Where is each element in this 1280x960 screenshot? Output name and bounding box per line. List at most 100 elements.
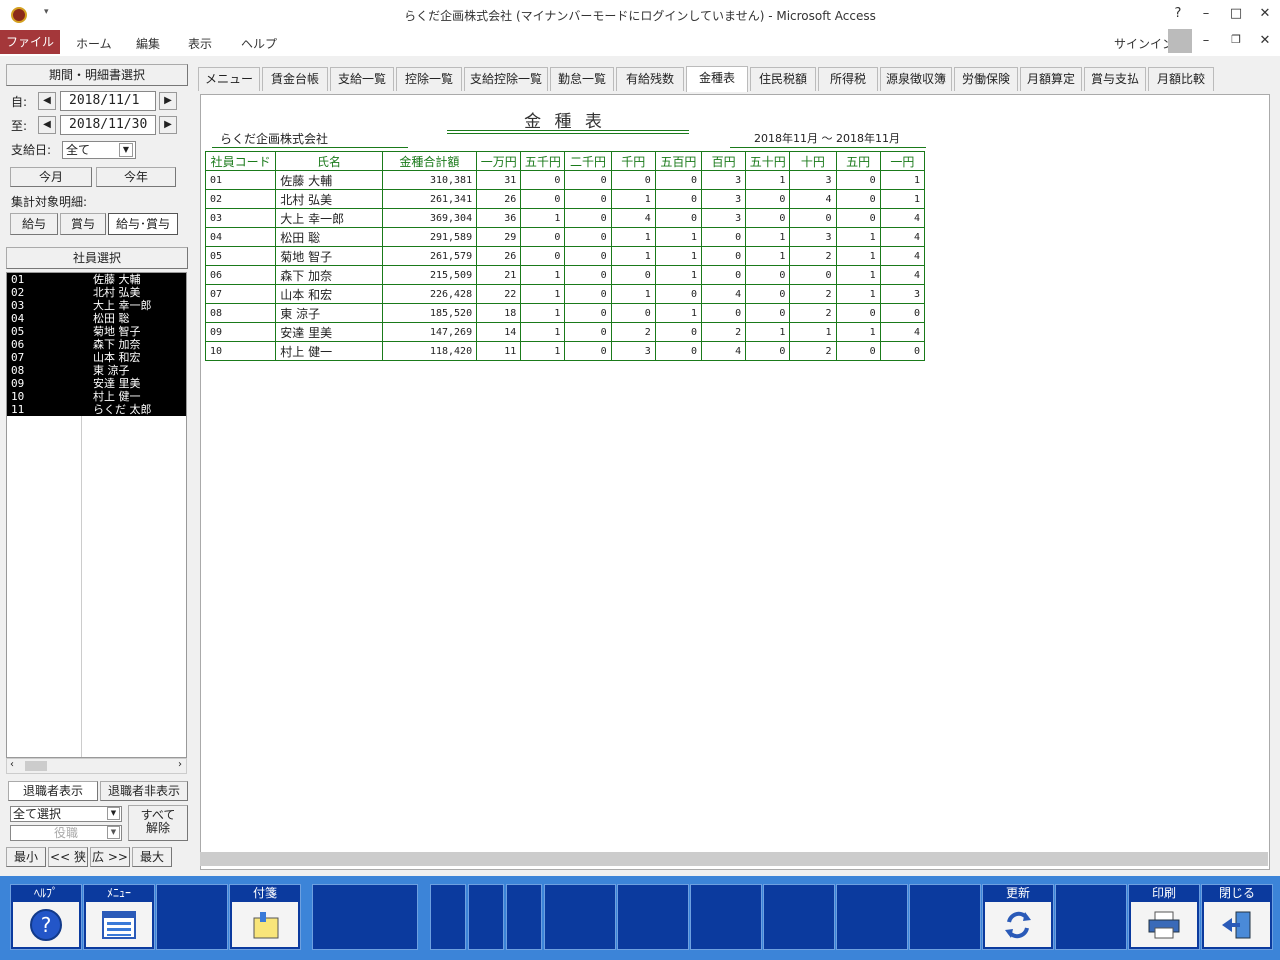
tab-monthly-compare[interactable]: 月額比較 bbox=[1148, 67, 1214, 91]
employee-name-cell: 大上 幸一郎 bbox=[275, 208, 383, 228]
close-window-button[interactable]: ✕ bbox=[1255, 6, 1275, 24]
employee-list-item[interactable]: 07 山本 和宏 bbox=[7, 351, 186, 364]
amount-cell: 0 bbox=[654, 170, 703, 190]
empty-function-slot[interactable] bbox=[763, 884, 835, 950]
zoom-max-button[interactable]: 最大 bbox=[132, 847, 172, 867]
from-prev-button[interactable]: ◀ bbox=[38, 92, 56, 110]
position-value: 役職 bbox=[53, 826, 78, 840]
empty-function-slot[interactable] bbox=[909, 884, 981, 950]
employee-list-item[interactable]: 08 東 涼子 bbox=[7, 364, 186, 377]
empty-function-slot[interactable] bbox=[617, 884, 689, 950]
employee-list-item[interactable]: 05 菊地 智子 bbox=[7, 325, 186, 338]
empty-function-slot[interactable] bbox=[468, 884, 504, 950]
refresh-button[interactable]: 更新 bbox=[982, 884, 1054, 950]
tab-withholding[interactable]: 源泉徴収簿 bbox=[880, 67, 952, 91]
empty-function-slot[interactable] bbox=[1055, 884, 1127, 950]
position-dropdown[interactable]: 役職 ▼ bbox=[10, 825, 122, 841]
tab-menu[interactable]: メニュー bbox=[198, 67, 260, 91]
amount-cell: 14 bbox=[476, 322, 522, 342]
empty-function-slot[interactable] bbox=[312, 884, 418, 950]
home-tab[interactable]: ホーム bbox=[76, 35, 112, 52]
maximize-button[interactable]: □ bbox=[1226, 6, 1246, 24]
scroll-right-icon[interactable]: › bbox=[178, 759, 182, 770]
show-retired-button[interactable]: 退職者表示 bbox=[8, 781, 98, 801]
clear-all-button[interactable]: すべて 解除 bbox=[128, 805, 188, 841]
menu-button[interactable]: ﾒﾆｭｰ bbox=[83, 884, 155, 950]
tab-monthly-calc[interactable]: 月額算定 bbox=[1020, 67, 1082, 91]
empty-function-slot[interactable] bbox=[544, 884, 616, 950]
avatar[interactable] bbox=[1168, 29, 1192, 53]
tab-pay-deduct-list[interactable]: 支給控除一覧 bbox=[464, 67, 548, 91]
salary-bonus-button[interactable]: 給与･賞与 bbox=[108, 213, 178, 235]
amount-cell: 0 bbox=[520, 189, 566, 209]
hide-retired-button[interactable]: 退職者非表示 bbox=[100, 781, 188, 801]
to-date-field[interactable]: 2018/11/30 bbox=[60, 115, 156, 135]
tab-income-tax[interactable]: 所得税 bbox=[818, 67, 878, 91]
from-next-button[interactable]: ▶ bbox=[159, 92, 177, 110]
help-button[interactable]: ﾍﾙﾌﾟ ? bbox=[10, 884, 82, 950]
tab-labor-insurance[interactable]: 労働保険 bbox=[954, 67, 1018, 91]
from-date-field[interactable]: 2018/11/1 bbox=[60, 91, 156, 111]
employee-select-header[interactable]: 社員選択 bbox=[6, 247, 188, 269]
edit-tab[interactable]: 編集 bbox=[136, 35, 160, 52]
employee-list-item[interactable]: 01 佐藤 大輔 bbox=[7, 273, 186, 286]
sticky-note-button[interactable]: 付箋 bbox=[229, 884, 301, 950]
employee-list-item[interactable]: 02 北村 弘美 bbox=[7, 286, 186, 299]
amount-cell: 1 bbox=[835, 246, 881, 266]
close-button[interactable]: 閉じる bbox=[1201, 884, 1273, 950]
select-all-dropdown[interactable]: 全て選択 ▼ bbox=[10, 806, 122, 822]
signin-link[interactable]: サインイン bbox=[1114, 35, 1174, 52]
tab-bonus-payment[interactable]: 賞与支払 bbox=[1084, 67, 1146, 91]
empty-function-slot[interactable] bbox=[430, 884, 466, 950]
employee-list-item[interactable]: 11 らくだ 太郎 bbox=[7, 403, 186, 416]
this-year-button[interactable]: 今年 bbox=[96, 167, 176, 187]
zoom-narrow-button[interactable]: << 狭 bbox=[48, 847, 88, 867]
empty-function-slot[interactable] bbox=[156, 884, 228, 950]
amount-cell: 2 bbox=[789, 246, 837, 266]
employee-list-item[interactable]: 09 安達 里美 bbox=[7, 377, 186, 390]
column-header: 五千円 bbox=[520, 151, 566, 171]
zoom-wide-button[interactable]: 広 >> bbox=[90, 847, 130, 867]
view-tab[interactable]: 表示 bbox=[188, 35, 212, 52]
horizontal-scrollbar[interactable]: ‹ › bbox=[6, 758, 187, 774]
close-doc-icon[interactable]: ✕ bbox=[1255, 33, 1275, 51]
scroll-thumb[interactable] bbox=[25, 761, 47, 771]
ribbon-minimize-icon[interactable]: – bbox=[1196, 33, 1216, 51]
employee-list-item[interactable]: 04 松田 聡 bbox=[7, 312, 186, 325]
tab-paid-leave[interactable]: 有給残数 bbox=[616, 67, 684, 91]
employee-list-item[interactable]: 03 大上 幸一郎 bbox=[7, 299, 186, 312]
tab-wage-ledger[interactable]: 賃金台帳 bbox=[262, 67, 328, 91]
to-prev-button[interactable]: ◀ bbox=[38, 116, 56, 134]
amount-cell: 226,428 bbox=[381, 284, 478, 304]
report-scrollbar[interactable] bbox=[200, 852, 1268, 866]
tab-attendance[interactable]: 勤怠一覧 bbox=[550, 67, 614, 91]
employee-list-item[interactable]: 06 森下 加奈 bbox=[7, 338, 186, 351]
tab-deduction-list[interactable]: 控除一覧 bbox=[396, 67, 462, 91]
this-month-button[interactable]: 今月 bbox=[10, 167, 92, 187]
sticky-note-icon bbox=[232, 902, 298, 947]
employee-list[interactable]: 01 佐藤 大輔 02 北村 弘美 03 大上 幸一郎 04 松田 聡 05 菊地 智子 06 森下 … bbox=[6, 272, 187, 758]
payday-select[interactable]: 全て ▼ bbox=[62, 141, 136, 159]
amount-cell: 0 bbox=[835, 170, 881, 190]
empty-function-slot[interactable] bbox=[690, 884, 762, 950]
bonus-button[interactable]: 賞与 bbox=[60, 213, 106, 235]
amount-cell: 310,381 bbox=[381, 170, 478, 190]
scroll-left-icon[interactable]: ‹ bbox=[10, 759, 14, 770]
zoom-min-button[interactable]: 最小 bbox=[6, 847, 46, 867]
empty-function-slot[interactable] bbox=[836, 884, 908, 950]
print-button[interactable]: 印刷 bbox=[1128, 884, 1200, 950]
minimize-button[interactable]: – bbox=[1196, 6, 1216, 24]
file-tab[interactable]: ファイル bbox=[0, 30, 60, 54]
salary-button[interactable]: 給与 bbox=[10, 213, 58, 235]
employee-list-item[interactable]: 10 村上 健一 bbox=[7, 390, 186, 403]
empty-function-slot[interactable] bbox=[506, 884, 542, 950]
tab-denomination[interactable]: 金種表 bbox=[686, 66, 748, 92]
amount-cell: 1 bbox=[835, 322, 881, 342]
tab-resident-tax[interactable]: 住民税額 bbox=[750, 67, 816, 91]
to-next-button[interactable]: ▶ bbox=[159, 116, 177, 134]
period-select-header[interactable]: 期間・明細書選択 bbox=[6, 64, 188, 86]
restore-icon[interactable]: ❐ bbox=[1226, 33, 1246, 51]
help-icon[interactable]: ? bbox=[1168, 6, 1188, 24]
help-tab[interactable]: ヘルプ bbox=[241, 35, 277, 52]
tab-payment-list[interactable]: 支給一覧 bbox=[330, 67, 394, 91]
